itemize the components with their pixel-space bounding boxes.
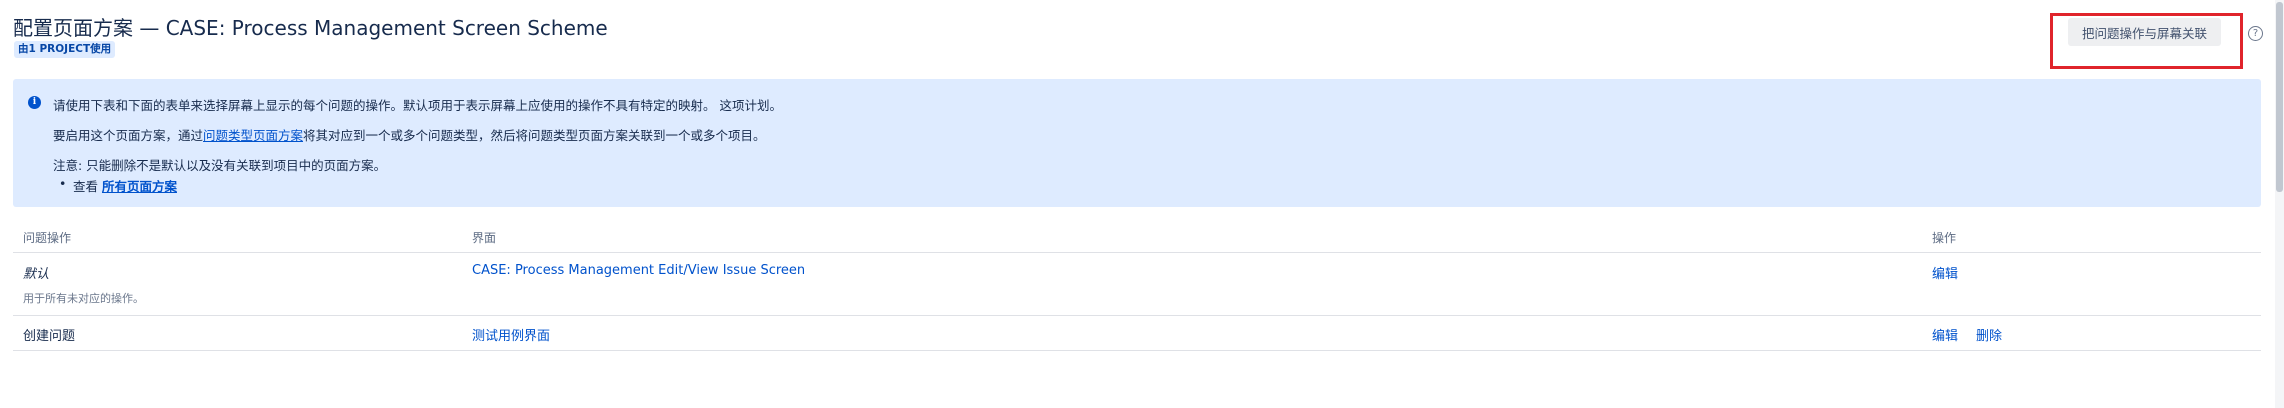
row-divider <box>13 350 2261 351</box>
associate-operation-button[interactable]: 把问题操作与屏幕关联 <box>2068 18 2222 46</box>
info-line-2: 要启用这个页面方案，通过问题类型页面方案将其对应到一个或多个问题类型，然后将问题… <box>53 125 766 144</box>
screen-link-test-case[interactable]: 测试用例界面 <box>472 325 550 344</box>
vertical-scrollbar[interactable] <box>2275 0 2284 408</box>
view-all-bullet: 查看 所有页面方案 <box>59 176 177 195</box>
page-title: 配置页面方案 — CASE: Process Management Screen… <box>13 16 608 40</box>
screen-link-edit-view[interactable]: CASE: Process Management Edit/View Issue… <box>472 263 805 278</box>
row-operation-default: 默认 <box>23 267 50 282</box>
all-screen-schemes-link[interactable]: 所有页面方案 <box>102 179 177 194</box>
edit-link-create-issue[interactable]: 编辑 <box>1932 325 1958 344</box>
info-icon: i <box>28 96 41 109</box>
delete-link-create-issue[interactable]: 删除 <box>1976 325 2002 344</box>
table-header-divider <box>13 252 2261 253</box>
usage-badge[interactable]: 由1 PROJECT使用 <box>14 41 116 58</box>
info-line-2-prefix: 要启用这个页面方案，通过 <box>53 128 204 143</box>
info-line-3: 注意: 只能删除不是默认以及没有关联到项目中的页面方案。 <box>53 158 387 173</box>
column-header-screen: 界面 <box>472 231 497 245</box>
column-header-actions: 操作 <box>1932 231 1957 245</box>
bullet-prefix: 查看 <box>73 179 102 194</box>
issue-type-screen-scheme-link[interactable]: 问题类型页面方案 <box>203 128 303 143</box>
edit-link-default[interactable]: 编辑 <box>1932 263 1958 282</box>
screen-scheme-page: 配置页面方案 — CASE: Process Management Screen… <box>0 0 2284 408</box>
row-divider <box>13 315 2261 316</box>
question-circle-icon[interactable]: ? <box>2248 26 2263 41</box>
info-message-panel: i 请使用下表和下面的表单来选择屏幕上显示的每个问题的操作。默认项用于表示屏幕上… <box>13 79 2261 207</box>
row-description: 用于所有未对应的操作。 <box>23 292 144 305</box>
column-header-operation: 问题操作 <box>23 231 72 245</box>
scrollbar-thumb[interactable] <box>2276 2 2283 192</box>
row-operation-create-issue: 创建问题 <box>23 329 76 344</box>
info-line-1: 请使用下表和下面的表单来选择屏幕上显示的每个问题的操作。默认项用于表示屏幕上应使… <box>53 98 782 113</box>
info-line-2-suffix: 将其对应到一个或多个问题类型，然后将问题类型页面方案关联到一个或多个项目。 <box>303 128 766 143</box>
